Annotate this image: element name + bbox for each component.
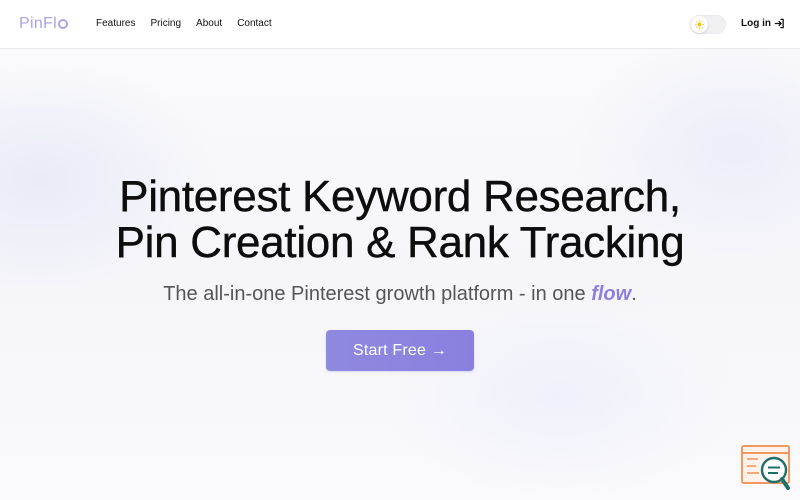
main-navigation: Features Pricing About Contact <box>96 18 287 30</box>
toggle-knob <box>691 16 708 33</box>
landing-page: PinFl Features Pricing About Contact Log… <box>0 0 800 500</box>
top-navbar: PinFl Features Pricing About Contact Log… <box>0 0 800 49</box>
hero-subtitle-text: The all-in-one Pinterest growth platform… <box>163 283 592 305</box>
logo-circle-icon <box>57 19 68 29</box>
brand-logo[interactable]: PinFl <box>19 14 68 34</box>
nav-pricing-link[interactable]: Pricing <box>150 18 181 30</box>
login-arrow-icon <box>774 18 784 29</box>
hero-subtitle-period: . <box>631 283 637 305</box>
hero-title-line-2: Pin Creation & Rank Tracking <box>115 218 685 267</box>
sun-icon <box>695 20 704 29</box>
hero-subtitle-highlight: flow <box>591 283 632 305</box>
logo-wordmark: PinFl <box>19 15 57 32</box>
hero-subtitle: The all-in-one Pinterest growth platform… <box>60 282 740 306</box>
start-free-button[interactable]: Start Free → <box>326 330 474 371</box>
chat-search-icon[interactable] <box>741 445 793 492</box>
login-label: Log in <box>741 18 771 29</box>
nav-features-link[interactable]: Features <box>96 18 135 30</box>
theme-toggle[interactable] <box>690 15 726 34</box>
login-button[interactable]: Log in <box>741 18 785 29</box>
hero-title: Pinterest Keyword Research, Pin Creation… <box>60 172 740 267</box>
nav-contact-link[interactable]: Contact <box>237 18 271 30</box>
nav-about-link[interactable]: About <box>196 18 222 30</box>
hero-title-line-1: Pinterest Keyword Research, <box>119 172 681 221</box>
